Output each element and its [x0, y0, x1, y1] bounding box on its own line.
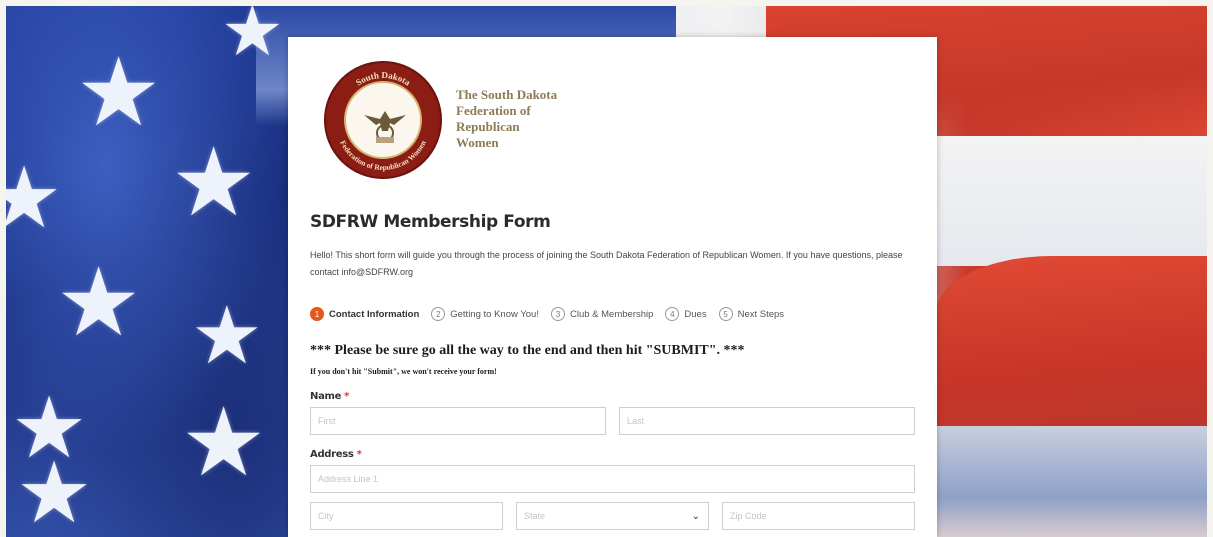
membership-form-card: South Dakota Federation of Republican Wo…: [288, 37, 937, 537]
organization-name-line: Republican: [456, 119, 520, 134]
step-label: Dues: [684, 308, 707, 320]
star-icon: ★: [16, 444, 93, 537]
step-club-membership[interactable]: 3 Club & Membership: [550, 307, 654, 321]
eagle-icon: [364, 111, 406, 143]
state-placeholder: State: [524, 511, 546, 521]
city-placeholder: City: [318, 511, 334, 521]
organization-name-line: Women: [456, 135, 499, 150]
organization-name-line: Federation of: [456, 103, 531, 118]
organization-name: The South Dakota Federation of Republica…: [456, 87, 626, 151]
address-label: Address *: [310, 449, 362, 460]
star-icon: ★: [76, 38, 162, 148]
star-icon: ★: [171, 128, 257, 238]
required-marker: *: [344, 391, 350, 402]
organization-seal: South Dakota Federation of Republican Wo…: [324, 61, 442, 179]
flag-white-stripe: [936, 136, 1207, 266]
state-select[interactable]: State ⌄: [516, 502, 709, 530]
step-number: 4: [665, 307, 680, 321]
star-icon: ★: [191, 289, 263, 382]
chevron-down-icon: ⌄: [691, 511, 700, 522]
city-input[interactable]: City: [310, 502, 503, 530]
organization-name-line: The South Dakota: [456, 87, 558, 102]
form-intro: Hello! This short form will guide you th…: [310, 250, 903, 277]
star-icon: ★: [6, 149, 63, 248]
step-getting-to-know-you[interactable]: 2 Getting to Know You!: [431, 307, 539, 321]
last-name-input[interactable]: Last: [619, 407, 915, 435]
star-icon: ★: [221, 6, 284, 72]
step-next-steps[interactable]: 5 Next Steps: [718, 307, 785, 321]
flag-lower-wash: [936, 426, 1207, 537]
zip-code-input[interactable]: Zip Code: [722, 502, 915, 530]
first-name-placeholder: First: [318, 416, 336, 426]
address-label-text: Address: [310, 449, 354, 460]
step-number: 5: [718, 307, 733, 321]
seal-center: [344, 81, 422, 159]
form-title: SDFRW Membership Form: [310, 212, 551, 232]
step-label: Next Steps: [737, 308, 785, 320]
step-label: Contact Information: [329, 308, 420, 320]
star-icon: ★: [56, 248, 142, 358]
step-number: 3: [550, 307, 565, 321]
step-contact-information[interactable]: 1 Contact Information: [310, 307, 419, 321]
address-line1-placeholder: Address Line 1: [318, 474, 379, 484]
form-progress-steps: 1 Contact Information 2 Getting to Know …: [310, 307, 796, 321]
step-number: 1: [310, 307, 324, 321]
step-number: 2: [431, 307, 446, 321]
flag-red-stripe-middle: [936, 256, 1207, 446]
first-name-input[interactable]: First: [310, 407, 606, 435]
required-marker: *: [356, 449, 362, 460]
submit-notice: *** Please be sure go all the way to the…: [310, 343, 745, 358]
step-label: Club & Membership: [569, 308, 654, 320]
step-dues[interactable]: 4 Dues: [665, 307, 707, 321]
step-label: Getting to Know You!: [450, 308, 539, 320]
zip-code-placeholder: Zip Code: [730, 511, 767, 521]
star-icon: ★: [181, 388, 267, 498]
last-name-placeholder: Last: [627, 416, 645, 426]
name-label: Name *: [310, 391, 349, 402]
address-line1-input[interactable]: Address Line 1: [310, 465, 915, 493]
submit-subnotice: If you don't hit "Submit", we won't rece…: [310, 367, 497, 376]
name-label-text: Name: [310, 391, 342, 402]
